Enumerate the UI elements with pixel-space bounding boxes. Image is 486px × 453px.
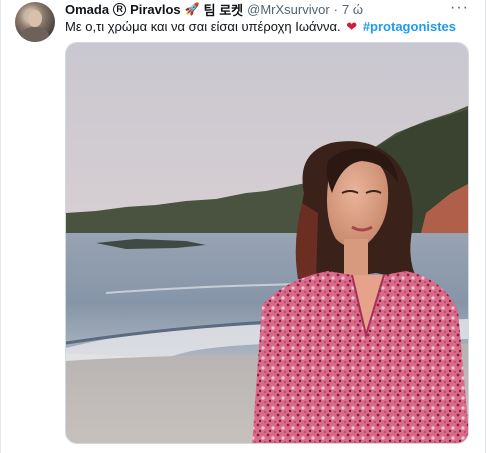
tweet-photo[interactable] xyxy=(65,42,469,444)
author-korean-text[interactable]: 팀 로켓 xyxy=(204,0,244,19)
avatar[interactable] xyxy=(15,2,55,42)
rocket-icon: 🚀 xyxy=(184,2,200,16)
tweet-body: Με ο,τι χρώμα και να σαι είσαι υπέροχη Ι… xyxy=(65,19,341,34)
tweet-text: Με ο,τι χρώμα και να σαι είσαι υπέροχη Ι… xyxy=(65,18,465,35)
registered-icon: R xyxy=(113,2,127,16)
heart-icon: ❤ xyxy=(346,19,358,34)
author-name-2[interactable]: Piravlos xyxy=(130,2,181,17)
hashtag-link[interactable]: #protagonistes xyxy=(363,19,456,34)
more-dots-icon[interactable]: ··· xyxy=(450,0,469,16)
photo-scene xyxy=(66,43,468,443)
tweet-card: Omada R Piravlos 🚀 팀 로켓 @MrXsurvivor · 7… xyxy=(0,0,486,453)
separator-dot: · xyxy=(333,1,339,17)
tweet-header: Omada R Piravlos 🚀 팀 로켓 @MrXsurvivor · 7… xyxy=(65,0,363,18)
author-handle[interactable]: @MrXsurvivor xyxy=(247,2,330,17)
author-name[interactable]: Omada xyxy=(65,2,109,17)
tweet-time[interactable]: 7 ώ xyxy=(342,2,363,17)
avatar-face xyxy=(28,10,42,27)
avatar-body xyxy=(21,27,49,42)
